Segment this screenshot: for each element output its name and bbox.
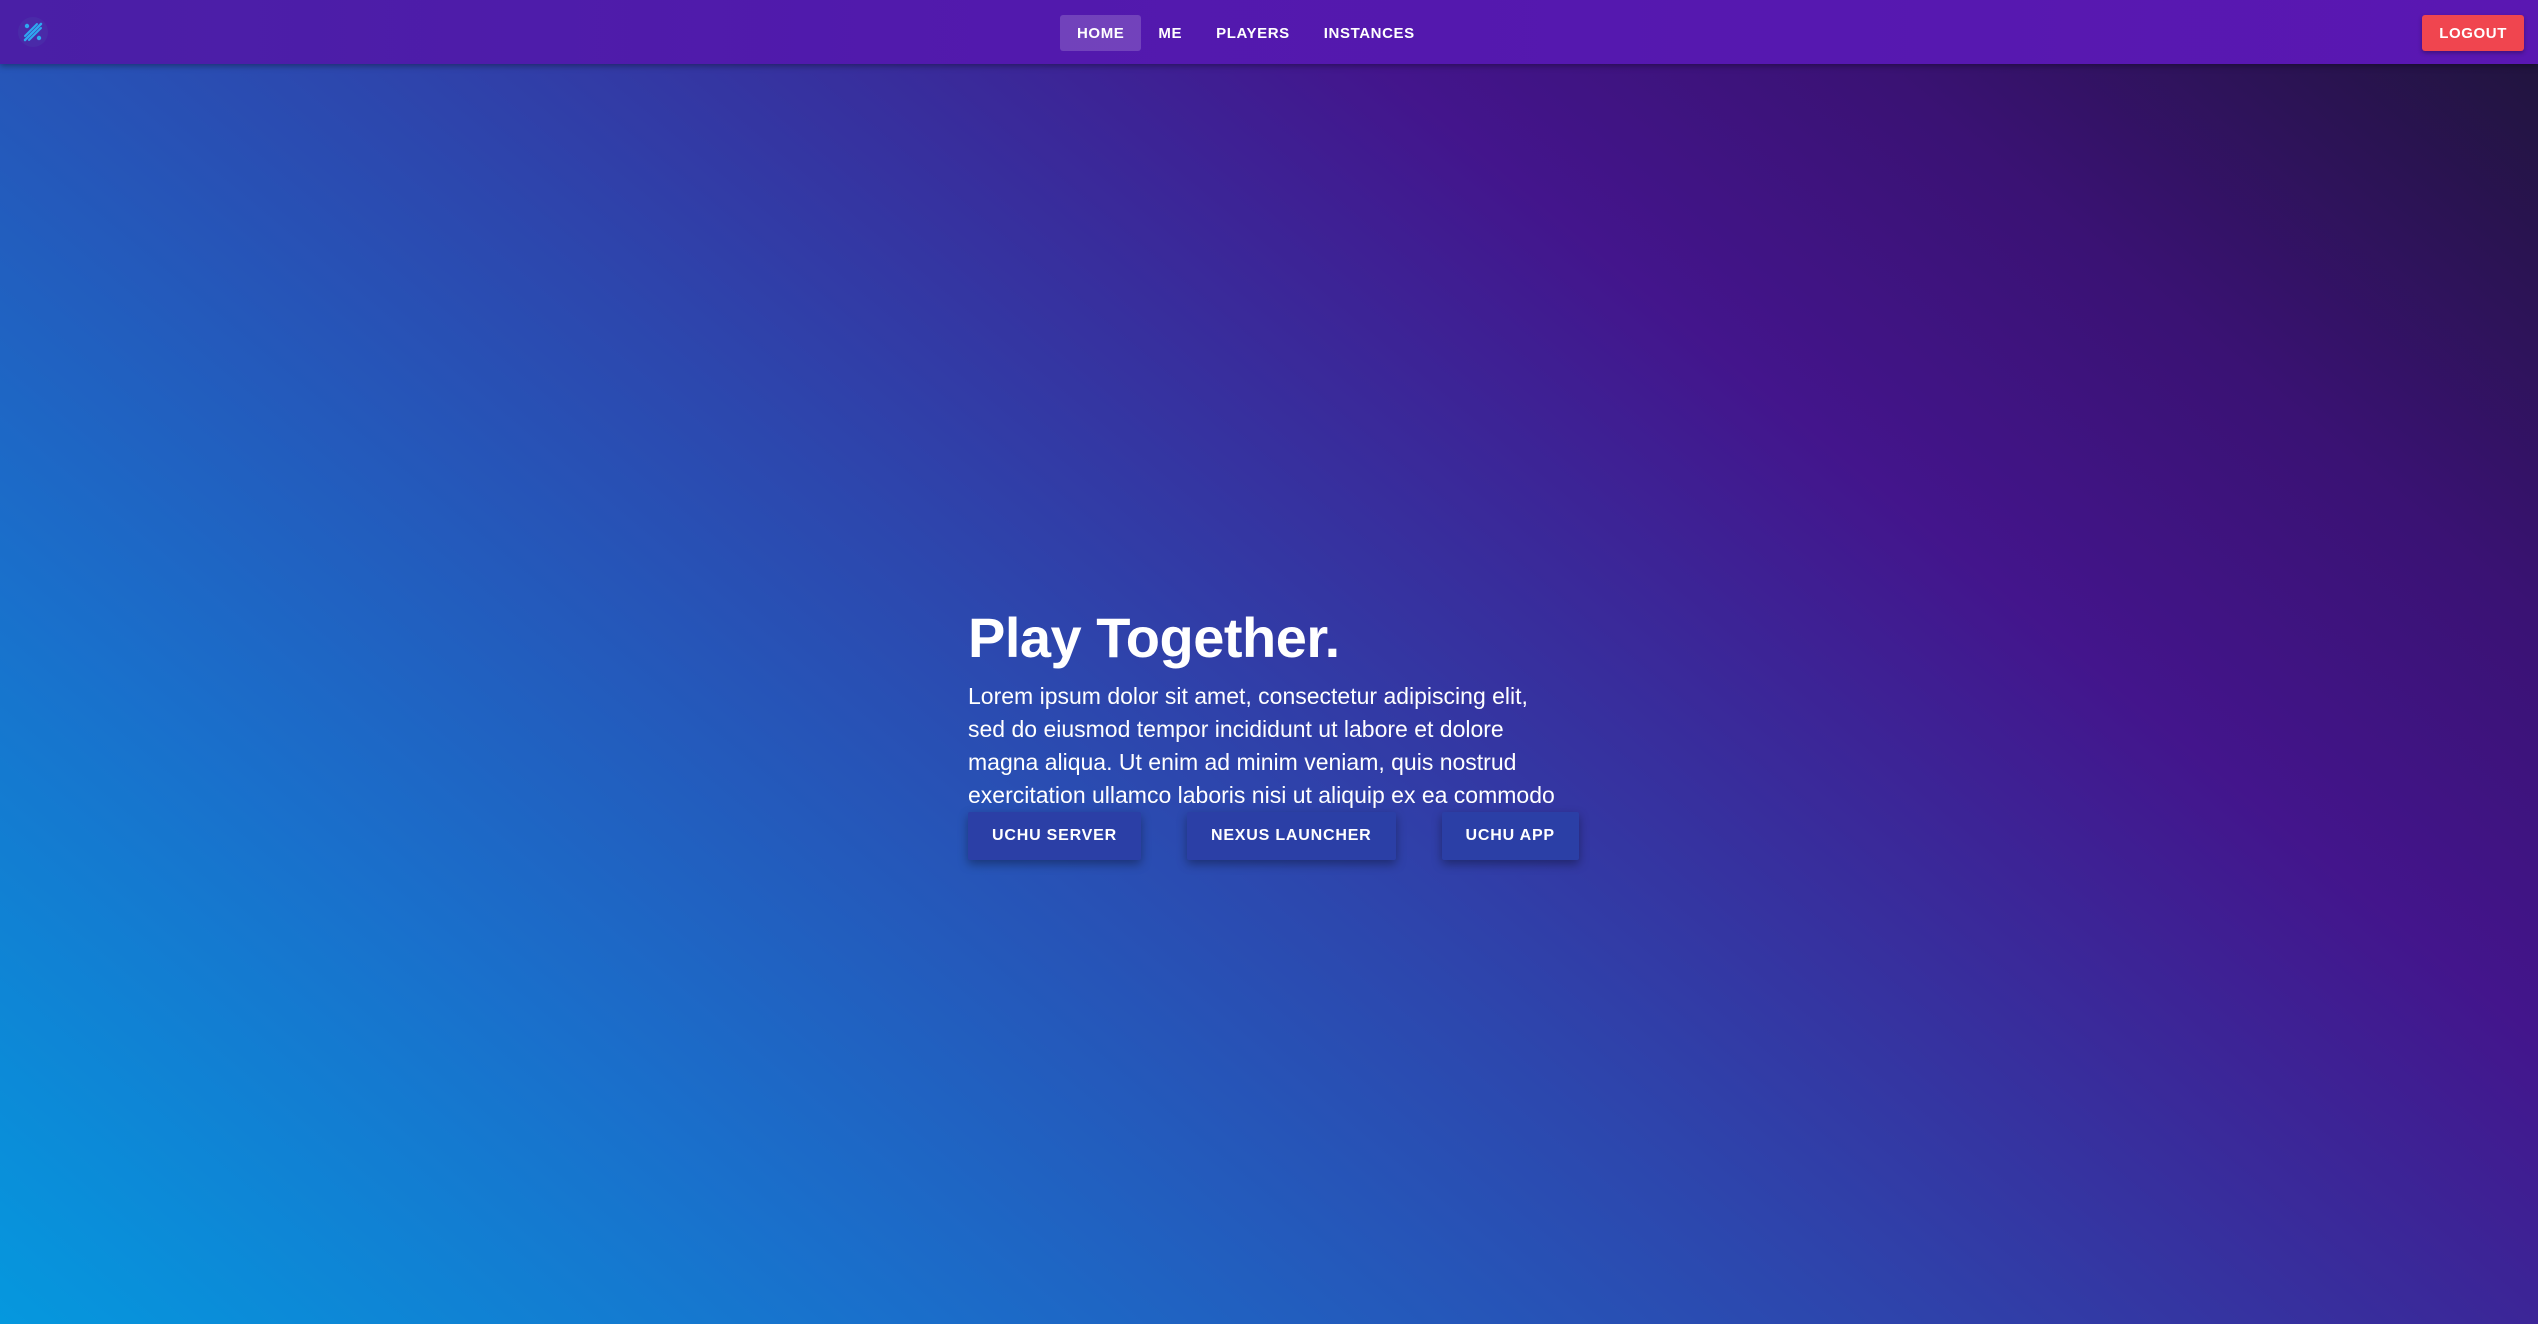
uchu-app-button[interactable]: UCHU APP: [1441, 812, 1579, 860]
nav-link-players[interactable]: PLAYERS: [1199, 15, 1307, 51]
hero-title: Play Together.: [968, 606, 1340, 669]
logo-icon[interactable]: [18, 17, 48, 47]
main-nav: HOME ME PLAYERS INSTANCES: [1060, 15, 1432, 51]
nav-link-home[interactable]: HOME: [1060, 15, 1142, 51]
hero-buttons: UCHU SERVER NEXUS LAUNCHER UCHU APP: [968, 812, 1579, 860]
uchu-server-button[interactable]: UCHU SERVER: [968, 812, 1141, 860]
top-navbar: HOME ME PLAYERS INSTANCES LOGOUT: [0, 0, 2538, 64]
nav-link-me[interactable]: ME: [1141, 15, 1199, 51]
hero-section: Play Together. Lorem ipsum dolor sit ame…: [968, 600, 1588, 860]
nav-link-instances[interactable]: INSTANCES: [1307, 15, 1432, 51]
nexus-launcher-button[interactable]: NEXUS LAUNCHER: [1186, 812, 1396, 860]
logout-button[interactable]: LOGOUT: [2422, 15, 2524, 51]
